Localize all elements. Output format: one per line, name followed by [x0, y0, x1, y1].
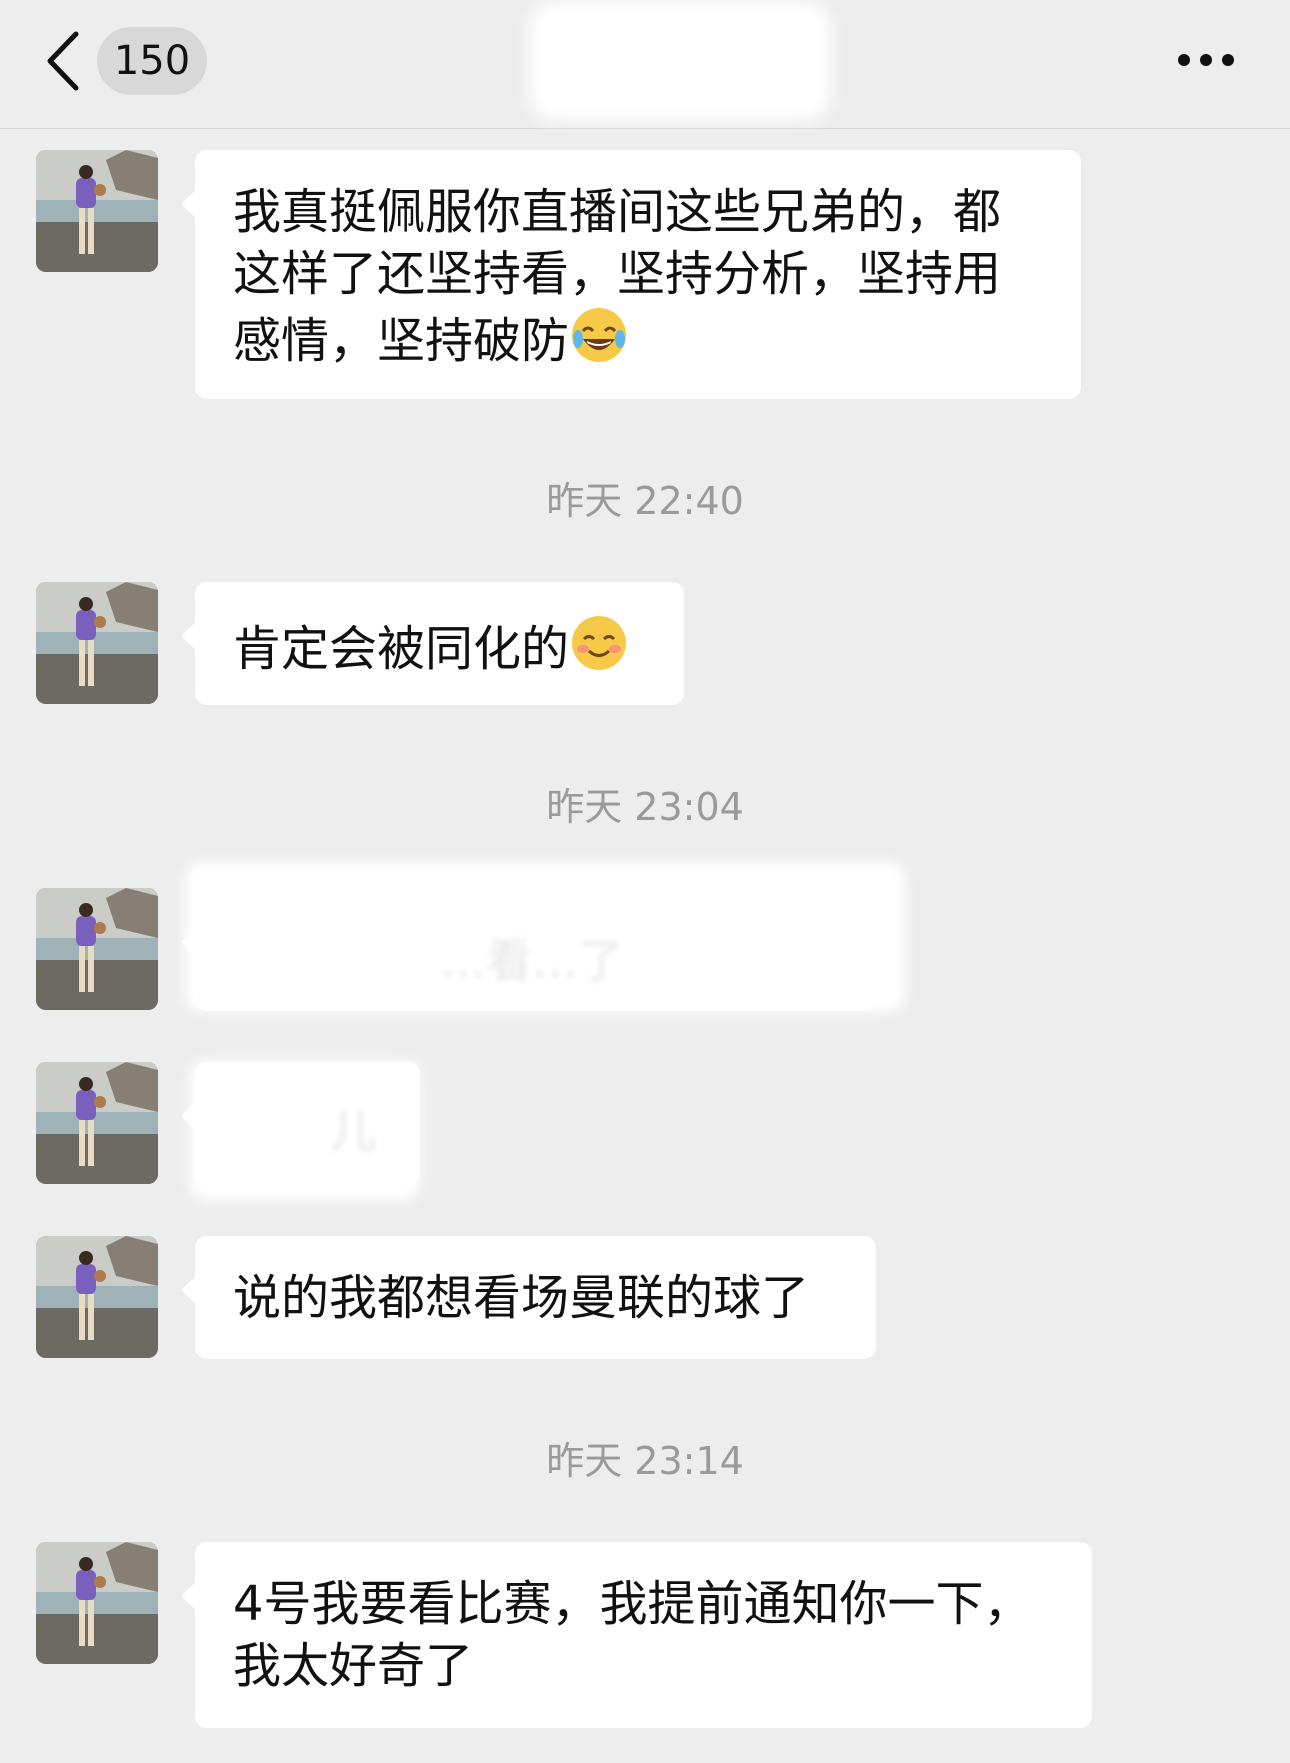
message-bubble[interactable]: 说的我都想看场曼联的球了 — [181, 1236, 876, 1359]
more-options-icon[interactable] — [1176, 50, 1236, 70]
chat-header: 150 — [0, 0, 1290, 129]
smiling-blush-emoji-icon — [572, 616, 627, 670]
redaction-overlay — [190, 1060, 420, 1200]
avatar[interactable] — [36, 150, 158, 272]
laughing-tears-emoji-icon — [572, 308, 627, 362]
message-text: 肯定会被同化的 — [233, 621, 570, 677]
timestamp: 昨天 22:40 — [546, 479, 744, 523]
avatar[interactable] — [36, 1062, 158, 1184]
avatar[interactable] — [36, 582, 158, 704]
avatar[interactable] — [36, 1236, 158, 1358]
timestamp: 昨天 23:04 — [546, 785, 744, 829]
redacted-text-fragment: 儿 — [330, 1104, 376, 1158]
redacted-chat-title — [530, 2, 830, 120]
unread-count-badge[interactable]: 150 — [97, 27, 207, 95]
timestamp: 昨天 23:14 — [546, 1439, 744, 1483]
message-bubble[interactable]: 我真挺佩服你直播间这些兄弟的，都这样了还坚持看，坚持分析，坚持用感情，坚持破防 — [181, 150, 1081, 399]
back-chevron-icon[interactable] — [44, 30, 84, 92]
message-text: 说的我都想看场曼联的球了 — [233, 1270, 810, 1326]
message-text: 4号我要看比赛，我提前通知你一下，我太好奇了 — [233, 1576, 1032, 1694]
message-bubble[interactable]: 4号我要看比赛，我提前通知你一下，我太好奇了 — [181, 1542, 1092, 1728]
avatar[interactable] — [36, 888, 158, 1010]
redacted-text-fragment: …看…了 — [440, 934, 624, 988]
message-bubble[interactable]: 肯定会被同化的 — [181, 582, 684, 705]
avatar[interactable] — [36, 1542, 158, 1664]
